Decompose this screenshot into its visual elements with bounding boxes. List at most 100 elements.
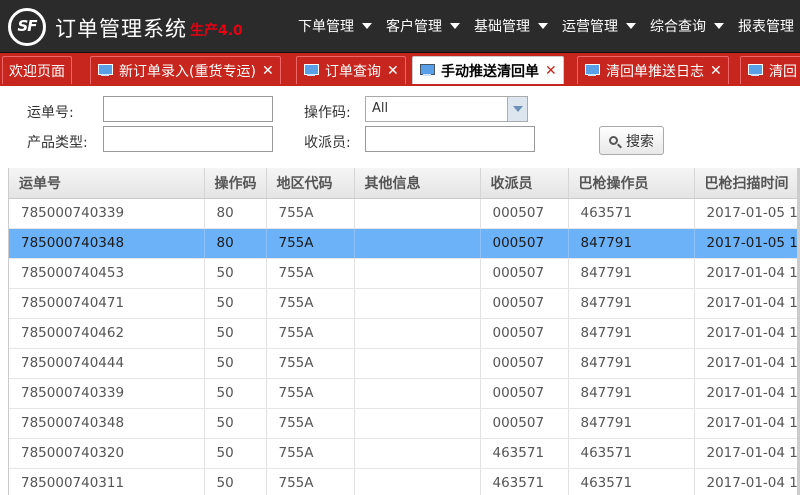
- product-type-input[interactable]: [103, 126, 273, 152]
- tab-label: 清回单推送日志: [606, 63, 704, 80]
- cell-scan-time: 2017-01-04 17: [694, 318, 800, 349]
- search-button[interactable]: 搜索: [599, 126, 664, 155]
- tab-label: 手动推送清回单: [441, 63, 539, 80]
- results-grid: 运单号 操作码 地区代码 其他信息 收派员 巴枪操作员 巴枪扫描时间 78500…: [8, 168, 800, 495]
- opcode-label: 操作码:: [304, 105, 351, 121]
- cell-scanner-operator: 463571: [568, 468, 695, 495]
- caret-down-icon: [450, 23, 460, 29]
- table-row[interactable]: 785000740348 80 755A 000507 847791 2017-01-05…: [9, 228, 800, 259]
- nav-reports[interactable]: 报表管理: [738, 16, 794, 36]
- cell-other: [354, 288, 481, 319]
- table-row[interactable]: 785000740453 50 755A 000507 847791 2017-01-04…: [9, 258, 800, 289]
- monitor-icon: [419, 64, 435, 77]
- caret-down-icon: [714, 23, 724, 29]
- cell-waybill: 785000740311: [9, 468, 205, 495]
- cell-other: [354, 378, 481, 409]
- table-body: 785000740339 80 755A 000507 463571 2017-01-05…: [9, 198, 800, 495]
- app-title: 订单管理系统: [55, 17, 187, 41]
- cell-other: [354, 408, 481, 439]
- col-header-other[interactable]: 其他信息: [354, 168, 481, 199]
- cell-scanner-operator: 847791: [568, 408, 695, 439]
- cell-region: 755A: [266, 438, 355, 469]
- cell-scanner-operator: 463571: [568, 438, 695, 469]
- cell-opcode: 50: [204, 348, 267, 379]
- cell-region: 755A: [266, 288, 355, 319]
- cell-other: [354, 198, 481, 229]
- cell-opcode: 50: [204, 408, 267, 439]
- waybill-input[interactable]: [103, 96, 273, 122]
- table-row[interactable]: 785000740320 50 755A 463571 463571 2017-01-04…: [9, 438, 800, 469]
- opcode-select[interactable]: All: [365, 96, 528, 122]
- tab-manual-push[interactable]: 手动推送清回单 ✕: [412, 56, 564, 84]
- cell-courier: 000507: [480, 258, 569, 289]
- col-header-waybill[interactable]: 运单号: [9, 168, 205, 199]
- product-type-label: 产品类型:: [27, 135, 88, 151]
- nav-basic-management[interactable]: 基础管理: [474, 16, 548, 36]
- table-row[interactable]: 785000740339 80 755A 000507 463571 2017-01-05…: [9, 198, 800, 229]
- cell-region: 755A: [266, 318, 355, 349]
- cell-scanner-operator: 847791: [568, 228, 695, 259]
- monitor-icon: [97, 64, 113, 77]
- monitor-icon: [747, 64, 763, 77]
- caret-down-icon: [626, 23, 636, 29]
- tab-label: 欢迎页面: [9, 63, 65, 80]
- nav-order-management[interactable]: 下单管理: [298, 16, 372, 36]
- cell-opcode: 50: [204, 288, 267, 319]
- cell-courier: 000507: [480, 228, 569, 259]
- cell-other: [354, 438, 481, 469]
- cell-scan-time: 2017-01-04 17: [694, 348, 800, 379]
- cell-courier: 000507: [480, 348, 569, 379]
- cell-waybill: 785000740462: [9, 318, 205, 349]
- nav-query[interactable]: 综合查询: [650, 16, 724, 36]
- cell-scanner-operator: 847791: [568, 318, 695, 349]
- cell-region: 755A: [266, 228, 355, 259]
- courier-input[interactable]: [365, 126, 535, 152]
- cell-region: 755A: [266, 198, 355, 229]
- table-row[interactable]: 785000740462 50 755A 000507 847791 2017-01-04…: [9, 318, 800, 349]
- close-icon[interactable]: ✕: [710, 63, 722, 79]
- caret-down-icon: [538, 23, 548, 29]
- top-nav: 下单管理 客户管理 基础管理 运营管理 综合查询 报表管理: [298, 16, 800, 36]
- tab-label: 清回: [769, 63, 797, 80]
- nav-operations-management[interactable]: 运营管理: [562, 16, 636, 36]
- table-row[interactable]: 785000740348 50 755A 000507 847791 2017-01-04…: [9, 408, 800, 439]
- cell-opcode: 50: [204, 468, 267, 495]
- table-header-row: 运单号 操作码 地区代码 其他信息 收派员 巴枪操作员 巴枪扫描时间: [9, 168, 800, 199]
- table-row[interactable]: 785000740471 50 755A 000507 847791 2017-01-04…: [9, 288, 800, 319]
- col-header-courier[interactable]: 收派员: [480, 168, 569, 199]
- cell-scan-time: 2017-01-05 11: [694, 198, 800, 229]
- cell-waybill: 785000740339: [9, 378, 205, 409]
- cell-scan-time: 2017-01-04 17: [694, 258, 800, 289]
- chevron-down-icon[interactable]: [507, 97, 527, 121]
- cell-courier: 463571: [480, 468, 569, 495]
- tab-new-order[interactable]: 新订单录入(重货专运) ✕: [90, 56, 281, 84]
- cell-opcode: 80: [204, 198, 267, 229]
- cell-scan-time: 2017-01-04 16: [694, 468, 800, 495]
- tab-order-query[interactable]: 订单查询 ✕: [296, 56, 406, 84]
- cell-scanner-operator: 847791: [568, 348, 695, 379]
- caret-down-icon: [362, 23, 372, 29]
- tab-truncated[interactable]: 清回: [740, 56, 800, 84]
- cell-scan-time: 2017-01-04 17: [694, 408, 800, 439]
- cell-courier: 000507: [480, 318, 569, 349]
- close-icon[interactable]: ✕: [262, 63, 274, 79]
- cell-opcode: 50: [204, 378, 267, 409]
- environment-badge: 生产4.0: [190, 23, 243, 39]
- close-icon[interactable]: ✕: [387, 63, 399, 79]
- table-row[interactable]: 785000740311 50 755A 463571 463571 2017-01-04…: [9, 468, 800, 495]
- col-header-region[interactable]: 地区代码: [266, 168, 355, 199]
- col-header-scanner-operator[interactable]: 巴枪操作员: [568, 168, 695, 199]
- cell-region: 755A: [266, 408, 355, 439]
- table-row[interactable]: 785000740444 50 755A 000507 847791 2017-01-04…: [9, 348, 800, 379]
- col-header-scan-time[interactable]: 巴枪扫描时间: [694, 168, 800, 199]
- cell-scanner-operator: 847791: [568, 288, 695, 319]
- tab-label: 新订单录入(重货专运): [119, 63, 256, 80]
- col-header-opcode[interactable]: 操作码: [204, 168, 267, 199]
- cell-waybill: 785000740320: [9, 438, 205, 469]
- nav-customer-management[interactable]: 客户管理: [386, 16, 460, 36]
- monitor-icon: [303, 64, 319, 77]
- table-row[interactable]: 785000740339 50 755A 000507 847791 2017-01-04…: [9, 378, 800, 409]
- close-icon[interactable]: ✕: [545, 63, 557, 79]
- tab-welcome[interactable]: 欢迎页面: [2, 56, 72, 84]
- tab-push-log[interactable]: 清回单推送日志 ✕: [577, 56, 729, 84]
